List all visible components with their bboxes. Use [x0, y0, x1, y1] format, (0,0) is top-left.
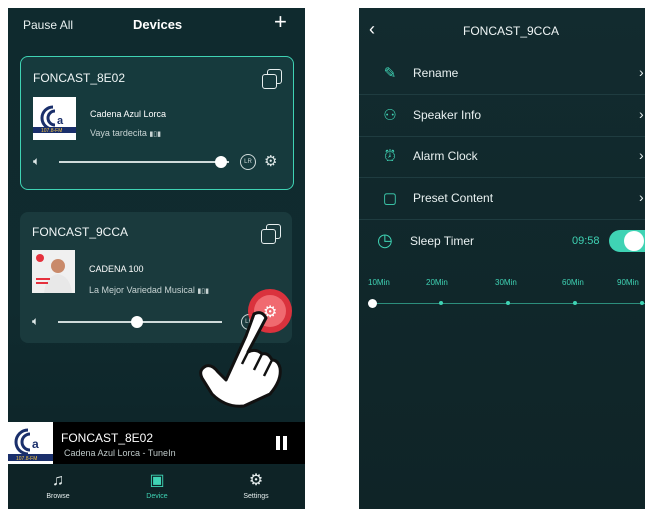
- menu-speaker-info[interactable]: ⚇ Speaker Info ›: [359, 95, 645, 137]
- plus-icon[interactable]: +: [274, 11, 287, 33]
- track-subtitle: La Mejor Variedad Musical ▮▯▮: [89, 285, 209, 295]
- gear-icon: ⚙: [248, 472, 264, 489]
- timer-option[interactable]: 90Min: [617, 278, 639, 287]
- gear-icon[interactable]: ⚙: [264, 154, 277, 170]
- timer-option[interactable]: 30Min: [495, 278, 517, 287]
- track-subtitle: Vaya tardecita ▮▯▮: [90, 128, 161, 138]
- sleep-timer-row: ◷ Sleep Timer 09:58: [359, 223, 645, 259]
- station-logo: [32, 250, 75, 293]
- pause-icon-bar[interactable]: [283, 436, 287, 450]
- sleep-timer-label: Sleep Timer: [410, 234, 475, 248]
- timer-tick: [506, 301, 510, 305]
- save-icon: ▢: [382, 190, 398, 207]
- station-name: CADENA 100: [89, 264, 144, 274]
- device-name: FONCAST_9CCA: [32, 225, 129, 239]
- bottom-nav: ♫ Browse ▣ Device ⚙ Settings: [8, 466, 305, 509]
- timer-option[interactable]: 10Min: [368, 278, 390, 287]
- menu-alarm-clock[interactable]: ⏰︎ Alarm Clock ›: [359, 136, 645, 178]
- svg-text:107.8-FM: 107.8-FM: [16, 456, 37, 462]
- menu-rename[interactable]: ✎ Rename ›: [359, 53, 645, 95]
- user-icon: ⚇: [383, 107, 397, 124]
- timer-tick: [439, 301, 443, 305]
- nav-label: Browse: [46, 493, 70, 500]
- chevron-right-icon: ›: [639, 106, 644, 122]
- station-name: Cadena Azul Lorca: [90, 109, 167, 119]
- group-icon[interactable]: [260, 224, 281, 244]
- speaker-icon: ▣: [149, 472, 165, 489]
- pause-all-button[interactable]: Pause All: [23, 18, 73, 32]
- menu-label: Speaker Info: [413, 108, 482, 122]
- speaker-icon: 🔈︎: [32, 314, 40, 328]
- chevron-right-icon: ›: [639, 189, 644, 205]
- now-playing-logo: a 107.8-FM: [8, 422, 53, 464]
- chevron-right-icon: ›: [639, 64, 644, 80]
- pointing-hand-icon: [199, 311, 282, 408]
- device-name: FONCAST_8E02: [33, 71, 126, 85]
- page-title: FONCAST_9CCA: [463, 24, 560, 38]
- toggle-knob: [624, 231, 644, 251]
- back-chevron-icon[interactable]: ‹: [369, 20, 375, 38]
- volume-knob[interactable]: [130, 316, 143, 328]
- nav-label: Settings: [243, 493, 269, 500]
- nav-device[interactable]: ▣ Device: [122, 466, 192, 500]
- menu-label: Alarm Clock: [413, 149, 478, 163]
- timer-slider-knob[interactable]: [368, 299, 377, 308]
- menu-label: Preset Content: [413, 191, 494, 205]
- group-icon[interactable]: [261, 69, 282, 89]
- edit-icon: ✎: [383, 65, 397, 82]
- sleep-timer-value: 09:58: [572, 235, 600, 247]
- volume-slider[interactable]: [59, 161, 229, 163]
- device-card-1[interactable]: FONCAST_8E02 a 107.8-FM Cadena Azul Lorc…: [20, 56, 294, 190]
- timer-icon: ◷: [377, 230, 393, 250]
- menu-label: Rename: [413, 66, 459, 80]
- timer-tick: [573, 301, 577, 305]
- volume-knob[interactable]: [214, 156, 227, 168]
- nav-label: Device: [146, 493, 168, 500]
- timer-option[interactable]: 60Min: [562, 278, 584, 287]
- device-settings-screen: ‹ FONCAST_9CCA ✎ Rename › ⚇ Speaker Info…: [359, 8, 645, 509]
- now-playing-device: FONCAST_8E02: [61, 431, 154, 445]
- svg-text:107.8-FM: 107.8-FM: [41, 128, 62, 134]
- now-playing-subtitle: Cadena Azul Lorca - TuneIn: [64, 448, 176, 458]
- page-title: Devices: [133, 17, 183, 32]
- music-note-icon: ♫: [52, 472, 64, 489]
- chevron-right-icon: ›: [639, 147, 644, 163]
- nav-settings[interactable]: ⚙ Settings: [221, 466, 291, 500]
- nav-browse[interactable]: ♫ Browse: [23, 466, 93, 500]
- sleep-timer-toggle[interactable]: [609, 230, 645, 252]
- svg-text:a: a: [32, 437, 39, 451]
- alarm-clock-icon: ⏰︎: [384, 148, 396, 165]
- timer-tick: [640, 301, 644, 305]
- now-playing-bar[interactable]: a 107.8-FM FONCAST_8E02 Cadena Azul Lorc…: [8, 422, 305, 464]
- menu-preset-content[interactable]: ▢ Preset Content ›: [359, 178, 645, 220]
- volume-row: 🔈︎ LR ⚙: [33, 154, 283, 170]
- devices-screen: Pause All Devices + FONCAST_8E02 a 107.8…: [8, 8, 305, 509]
- svg-text:a: a: [57, 115, 64, 127]
- lr-badge[interactable]: LR: [240, 154, 256, 170]
- station-logo: a 107.8-FM: [33, 97, 76, 140]
- speaker-icon: 🔈︎: [33, 154, 41, 168]
- pause-icon[interactable]: [276, 436, 280, 450]
- timer-option[interactable]: 20Min: [426, 278, 448, 287]
